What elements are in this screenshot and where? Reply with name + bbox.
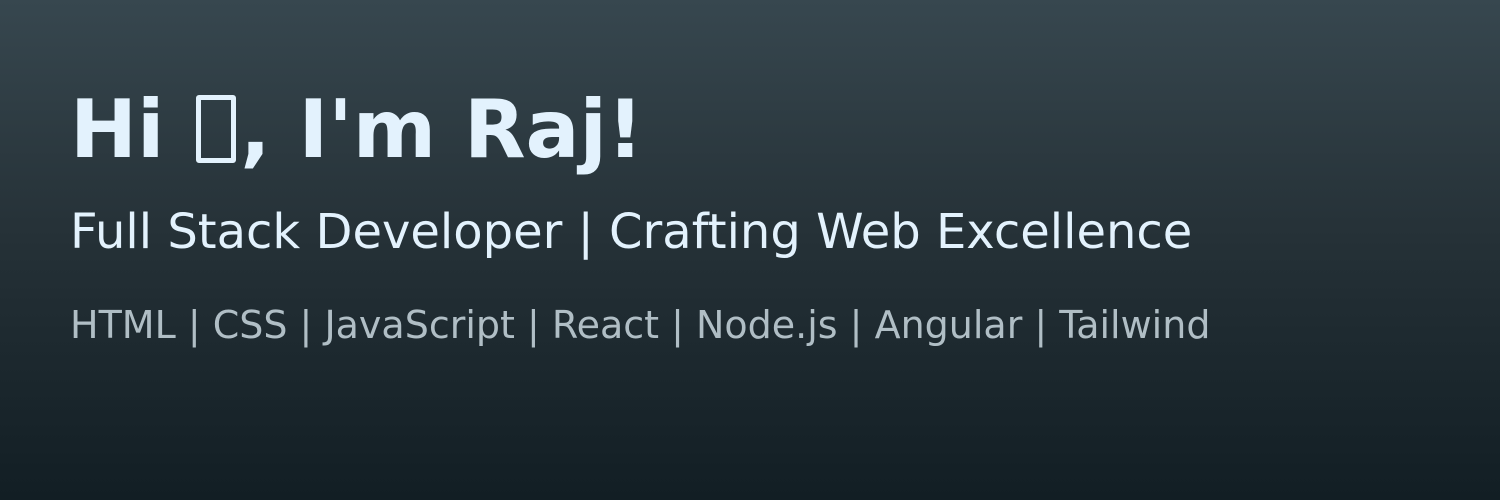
greeting-suffix: , I'm Raj! <box>240 83 644 176</box>
greeting-heading: Hi , I'm Raj! <box>70 80 643 180</box>
waving-hand-icon <box>196 95 237 163</box>
tagline: Full Stack Developer | Crafting Web Exce… <box>70 204 1193 260</box>
greeting-prefix: Hi <box>70 83 193 176</box>
profile-banner: Hi , I'm Raj! Full Stack Developer | Cra… <box>0 0 1500 500</box>
tech-stack: HTML | CSS | JavaScript | React | Node.j… <box>70 303 1211 347</box>
